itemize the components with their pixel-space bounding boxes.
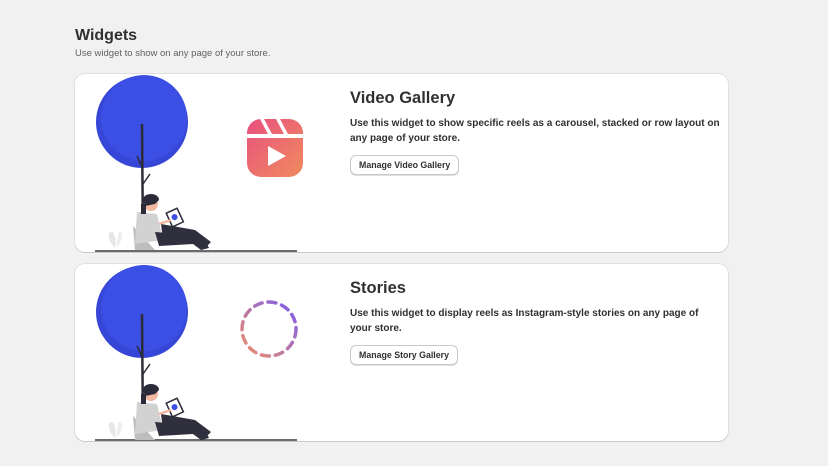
manage-story-gallery-button[interactable]: Manage Story Gallery <box>350 345 458 365</box>
video-gallery-card: Video Gallery Use this widget to show sp… <box>75 74 728 252</box>
video-gallery-content: Video Gallery Use this widget to show sp… <box>350 88 720 175</box>
video-gallery-title: Video Gallery <box>350 89 456 107</box>
stories-ring-icon <box>238 298 300 360</box>
page-title: Widgets <box>75 27 138 44</box>
stories-content: Stories Use this widget to display reels… <box>350 278 720 365</box>
page-header: Widgets Use widget to show on any page o… <box>75 26 270 60</box>
reels-icon <box>246 118 304 178</box>
page-subtitle: Use widget to show on any page of your s… <box>75 48 271 59</box>
stories-card: Stories Use this widget to display reels… <box>75 264 728 441</box>
stories-title: Stories <box>350 279 406 297</box>
manage-video-gallery-button[interactable]: Manage Video Gallery <box>350 155 460 175</box>
stories-description: Use this widget to display reels as Inst… <box>350 308 699 334</box>
video-gallery-description: Use this widget to show specific reels a… <box>350 118 720 144</box>
